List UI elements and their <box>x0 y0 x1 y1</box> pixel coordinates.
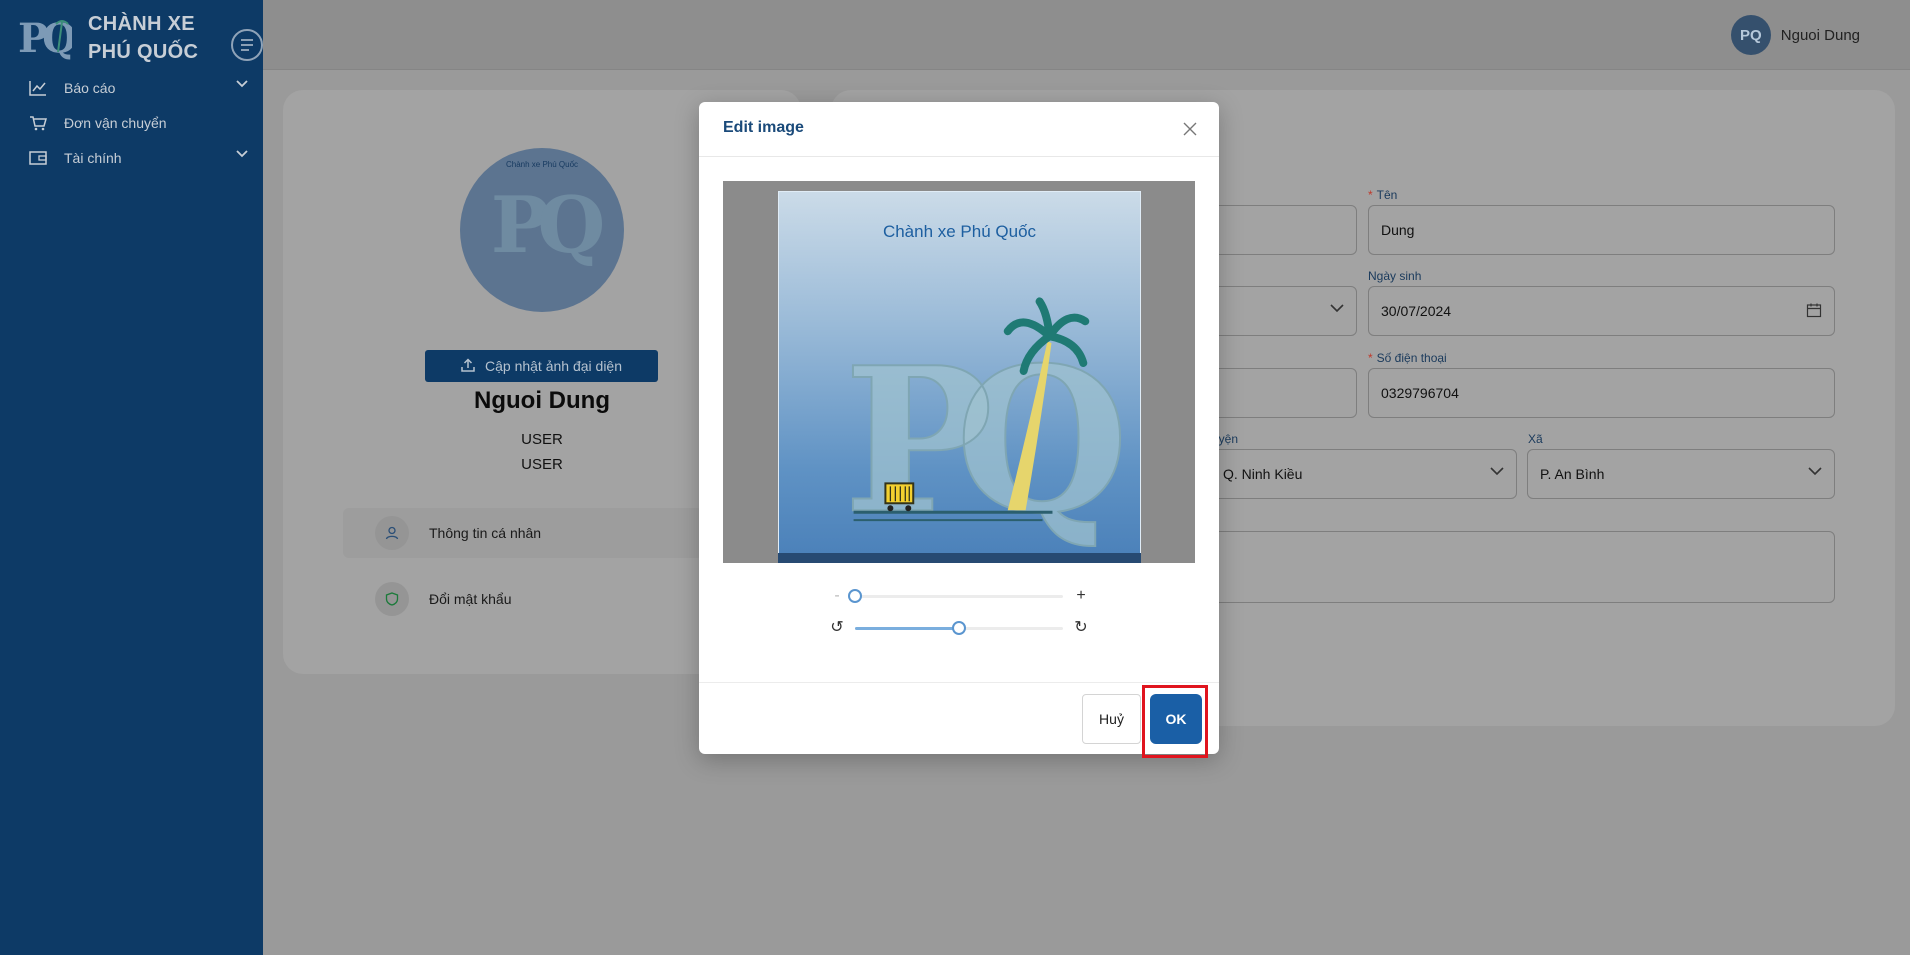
modal-title: Edit image <box>723 119 804 136</box>
image-cropper[interactable]: Chành xe Phú Quốc PQ <box>723 181 1195 563</box>
modal-footer <box>699 682 1219 754</box>
modal-header: Edit image <box>699 102 1219 157</box>
crop-strip <box>778 553 1141 563</box>
close-button[interactable] <box>1179 118 1201 140</box>
zoom-out-button[interactable]: - <box>827 586 847 606</box>
zoom-track[interactable] <box>848 589 1063 603</box>
zoom-in-button[interactable]: + <box>1071 586 1091 606</box>
zoom-handle[interactable] <box>848 589 862 603</box>
ok-button[interactable]: OK <box>1150 694 1202 744</box>
rotate-left-button[interactable]: ↺ <box>827 618 847 638</box>
image-letters: PQ <box>844 323 1121 557</box>
rotate-fill <box>855 627 959 630</box>
crop-image[interactable]: Chành xe Phú Quốc PQ <box>778 191 1141 563</box>
zoom-slider[interactable]: - + <box>827 586 1091 606</box>
close-icon <box>1183 122 1197 136</box>
edit-image-dialog: Edit image Chành xe Phú Quốc PQ - + ↺ ↻ … <box>699 102 1219 758</box>
rotate-handle[interactable] <box>952 621 966 635</box>
rotate-right-button[interactable]: ↻ <box>1071 618 1091 638</box>
cancel-button[interactable]: Huỷ <box>1082 694 1141 744</box>
image-artwork: PQ <box>843 297 1140 558</box>
rotate-slider[interactable]: ↺ ↻ <box>827 618 1091 638</box>
image-caption: Chành xe Phú Quốc <box>882 222 1037 241</box>
rotate-track[interactable] <box>855 621 1063 635</box>
